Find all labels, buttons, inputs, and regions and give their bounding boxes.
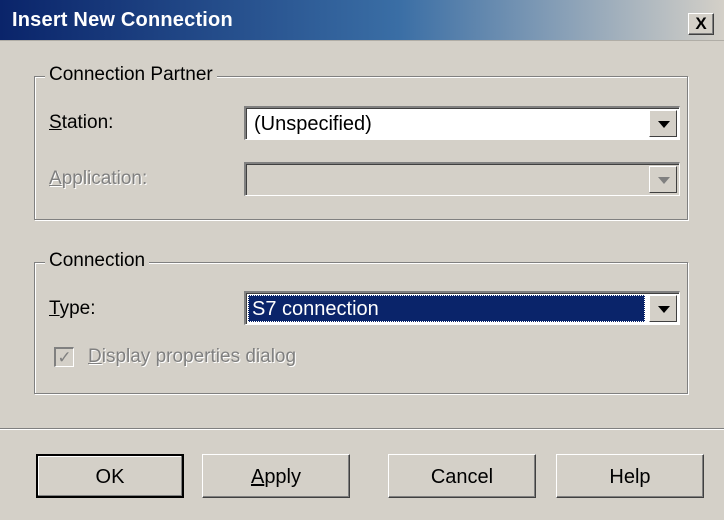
application-label: Application: [49,168,147,190]
connection-partner-group: Connection Partner [34,64,688,220]
type-dropdown[interactable]: S7 connection [244,291,680,325]
display-properties-text: isplay properties dialog [101,346,297,367]
connection-group: Connection [34,250,688,394]
application-label-text: pplication: [61,168,148,189]
close-icon: X [695,14,707,33]
apply-mnemonic: A [250,466,265,488]
display-properties-label: Display properties dialog [88,346,296,368]
station-value: (Unspecified) [254,113,372,135]
application-dropdown [244,162,680,196]
apply-text: pply [264,466,302,488]
type-value: S7 connection [252,298,379,320]
type-label: Type: [49,298,95,320]
ok-button[interactable]: OK [36,454,184,498]
type-label-text: ype: [59,298,96,319]
apply-button[interactable]: Apply [202,454,350,498]
station-label-mnemonic: S [49,112,62,133]
checkmark-icon: ✓ [57,348,72,367]
connection-partner-group-title: Connection Partner [45,64,217,86]
application-dropdown-arrow-icon [649,166,677,193]
type-label-mnemonic: T [49,298,60,319]
window-title: Insert New Connection [12,9,233,31]
help-button[interactable]: Help [556,454,704,498]
cancel-button[interactable]: Cancel [388,454,536,498]
station-label-text: tation: [61,112,114,133]
station-dropdown[interactable]: (Unspecified) [244,106,680,140]
display-properties-mnemonic: D [88,346,102,367]
type-dropdown-arrow-icon[interactable] [649,295,677,322]
connection-group-title: Connection [45,250,150,272]
station-dropdown-arrow-icon[interactable] [649,110,677,137]
close-button[interactable]: X [688,13,714,35]
button-separator [0,428,724,430]
title-bar: Insert New Connection X [0,0,724,41]
display-properties-checkbox: ✓ [54,347,74,367]
application-label-mnemonic: A [49,168,62,189]
station-label: Station: [49,112,113,134]
